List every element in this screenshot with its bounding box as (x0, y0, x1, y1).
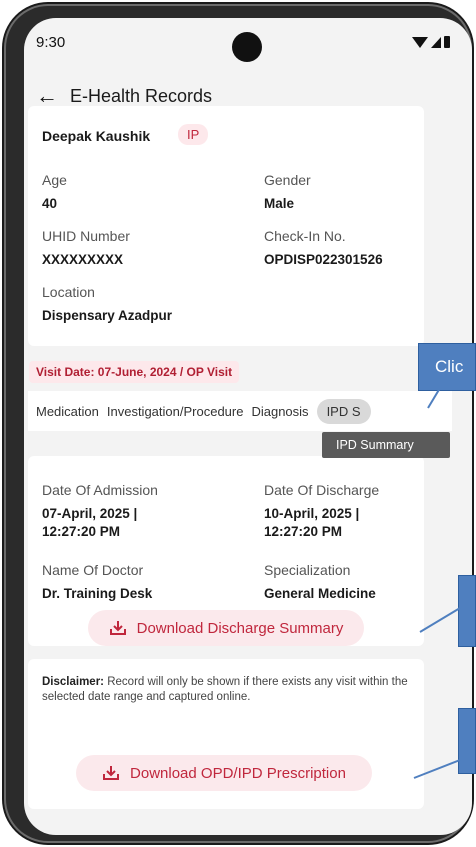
discharge-date-value: 10-April, 2025 | (264, 506, 360, 521)
doctor-value: Dr. Training Desk (42, 586, 153, 601)
age-label: Age (42, 172, 67, 188)
admission-time-value: 12:27:20 PM (42, 524, 121, 539)
phone-frame: 9:30 ← E-Health Records Deepak Kaushik I… (4, 4, 472, 843)
page-title: E-Health Records (70, 85, 213, 106)
disclaimer-text: Disclaimer: Record will only be shown if… (42, 675, 412, 705)
click-callout: Clic (418, 343, 476, 391)
location-label: Location (42, 284, 95, 300)
prescription-callout (458, 708, 476, 774)
status-icons (412, 36, 450, 48)
status-time: 9:30 (36, 34, 66, 51)
disclaimer-card: Disclaimer: Record will only be shown if… (28, 659, 424, 809)
status-bar: 9:30 (24, 18, 472, 70)
age-value: 40 (42, 196, 58, 211)
tab-diagnosis[interactable]: Diagnosis (251, 404, 308, 419)
ipd-summary-tooltip: IPD Summary (322, 432, 450, 458)
gender-value: Male (264, 196, 295, 211)
checkin-value: OPDISP022301526 (264, 252, 383, 267)
signal-icon (431, 37, 441, 48)
patient-type-badge: IP (178, 124, 209, 145)
discharge-time-value: 12:27:20 PM (264, 524, 343, 539)
admission-date-label: Date Of Admission (42, 482, 158, 498)
phone-screen: 9:30 ← E-Health Records Deepak Kaushik I… (24, 18, 472, 835)
checkin-label: Check-In No. (264, 228, 346, 244)
download-discharge-summary-button[interactable]: Download Discharge Summary (88, 610, 364, 646)
location-value: Dispensary Azadpur (42, 308, 173, 323)
discharge-callout (458, 575, 476, 647)
download-discharge-label: Download Discharge Summary (136, 619, 344, 637)
disclaimer-title: Disclaimer: (42, 676, 105, 688)
specialization-value: General Medicine (264, 586, 376, 601)
patient-name: Deepak Kaushik (42, 128, 151, 144)
patient-info-card: Deepak Kaushik IP Age 40 Gender Male UHI… (28, 106, 424, 346)
download-prescription-label: Download OPD/IPD Prescription (130, 764, 346, 782)
back-arrow-icon[interactable]: ← (36, 85, 58, 107)
battery-icon (444, 36, 450, 48)
gender-label: Gender (264, 172, 311, 188)
visit-date-badge: Visit Date: 07-June, 2024 / OP Visit (29, 361, 240, 383)
uhid-value: XXXXXXXXX (42, 252, 124, 267)
download-icon (103, 766, 120, 780)
uhid-label: UHID Number (42, 228, 130, 244)
admission-date-value: 07-April, 2025 | (42, 506, 138, 521)
discharge-date-label: Date Of Discharge (264, 482, 380, 498)
download-prescription-button[interactable]: Download OPD/IPD Prescription (76, 755, 372, 791)
tab-medication[interactable]: Medication (36, 404, 99, 419)
tab-investigation[interactable]: Investigation/Procedure (107, 404, 244, 419)
wifi-icon (412, 37, 428, 48)
download-icon (109, 621, 126, 635)
specialization-label: Specialization (264, 562, 351, 578)
admission-card: Date Of Admission 07-April, 2025 | 12:27… (28, 456, 424, 646)
record-tabs: Medication Investigation/Procedure Diagn… (28, 391, 452, 431)
tab-ipd-summary[interactable]: IPD S (316, 398, 371, 424)
camera-cutout (232, 32, 262, 62)
doctor-label: Name Of Doctor (42, 562, 144, 578)
